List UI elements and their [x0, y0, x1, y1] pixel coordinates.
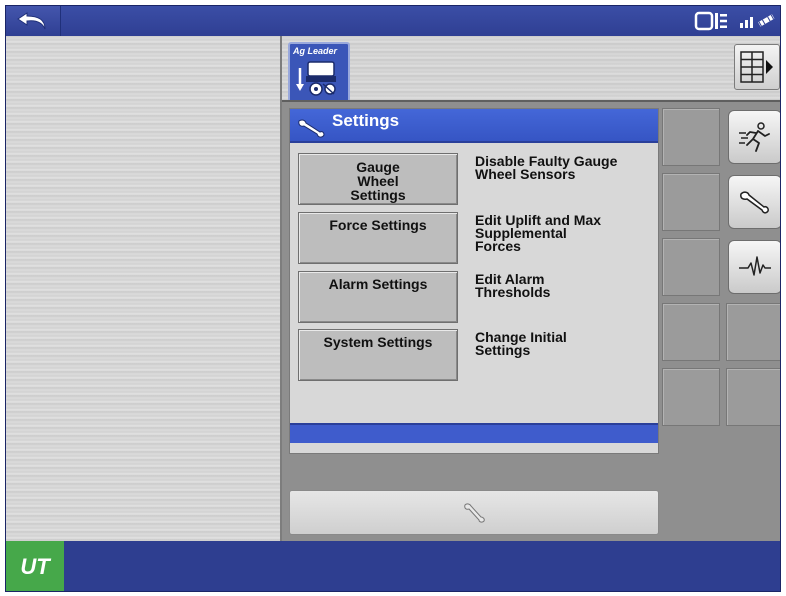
setting-row-gauge-wheel: Gauge Wheel Settings Disable Faulty Gaug…	[298, 153, 658, 205]
main-area: Ag Leader Settings Gauge Wheel Settings …	[6, 36, 780, 541]
system-settings-button[interactable]: System Settings	[298, 329, 458, 381]
empty-slot	[662, 238, 720, 296]
status-icons	[690, 6, 780, 36]
setting-row-alarm: Alarm Settings Edit Alarm Thresholds	[298, 271, 658, 323]
ut-button[interactable]: UT	[6, 541, 64, 591]
gauge-wheel-settings-description: Disable Faulty Gauge Wheel Sensors	[475, 153, 618, 182]
top-bar	[6, 6, 780, 36]
wrench-icon	[464, 502, 485, 523]
side-button-grid	[662, 108, 780, 428]
force-settings-description: Edit Uplift and Max Supplemental Forces	[475, 212, 601, 254]
app-frame: Ag Leader Settings Gauge Wheel Settings …	[5, 5, 781, 592]
settings-wrench-button[interactable]	[728, 175, 780, 229]
empty-slot	[662, 368, 720, 426]
pulse-waveform-icon	[739, 256, 771, 276]
layout-grid-icon	[740, 51, 773, 83]
wrench-icon	[298, 119, 325, 138]
empty-slot	[662, 303, 720, 361]
content-area: Settings Gauge Wheel Settings Disable Fa…	[282, 100, 780, 541]
empty-slot	[726, 368, 780, 426]
alarm-settings-description: Edit Alarm Thresholds	[475, 271, 551, 300]
empty-slot	[662, 108, 720, 166]
running-person-icon	[739, 122, 770, 152]
back-button[interactable]	[6, 6, 61, 36]
force-settings-button[interactable]: Force Settings	[298, 212, 458, 264]
settings-header: Settings	[290, 109, 658, 143]
settings-panel: Settings Gauge Wheel Settings Disable Fa…	[289, 108, 659, 454]
ag-leader-tab[interactable]: Ag Leader	[288, 42, 350, 100]
empty-slot	[662, 173, 720, 231]
tools-button[interactable]	[289, 490, 659, 535]
planter-icon	[296, 61, 336, 96]
run-mode-button[interactable]	[728, 110, 780, 164]
empty-slot	[726, 303, 780, 361]
system-settings-description: Change Initial Settings	[475, 329, 567, 358]
setting-row-system: System Settings Change Initial Settings	[298, 329, 658, 381]
gps-satellite-icon[interactable]	[738, 10, 778, 32]
ag-leader-logo: Ag Leader	[293, 46, 338, 56]
layout-grid-button[interactable]	[734, 44, 780, 90]
settings-footer-bar	[290, 423, 658, 443]
gauge-wheel-settings-button[interactable]: Gauge Wheel Settings	[298, 153, 458, 205]
undo-arrow-icon	[17, 12, 46, 30]
bottom-bar: UT	[6, 541, 780, 591]
settings-title: Settings	[332, 111, 400, 130]
diagnostics-button[interactable]	[728, 240, 780, 294]
wrench-icon	[740, 191, 769, 214]
alarm-settings-button[interactable]: Alarm Settings	[298, 271, 458, 323]
left-pane	[6, 36, 282, 541]
implement-status-icon[interactable]	[694, 10, 730, 32]
setting-row-force: Force Settings Edit Uplift and Max Suppl…	[298, 212, 658, 264]
